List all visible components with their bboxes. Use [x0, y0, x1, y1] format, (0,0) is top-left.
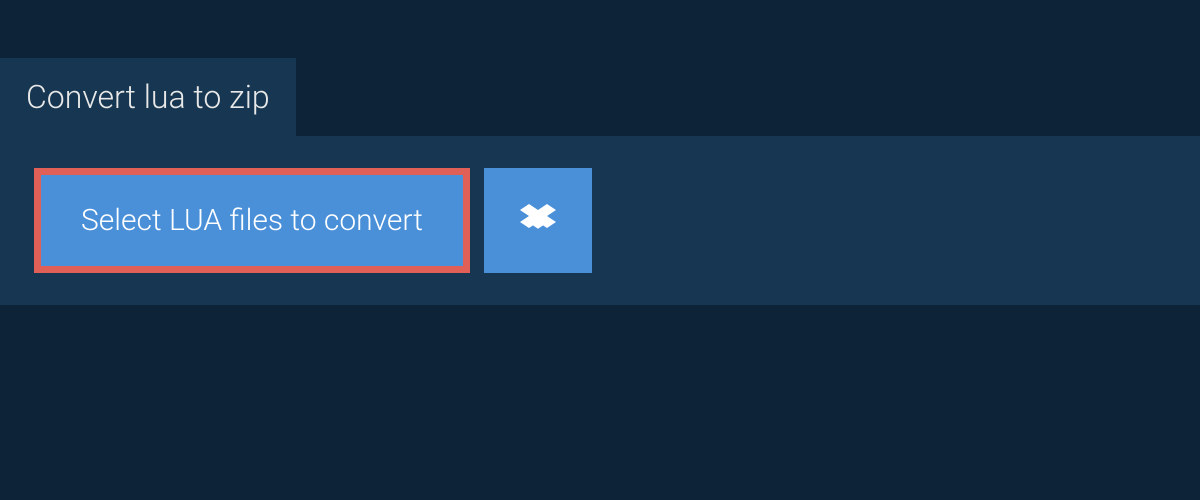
- tab-bar: Convert lua to zip: [0, 0, 1200, 136]
- button-row: Select LUA files to convert: [34, 168, 1166, 273]
- dropbox-icon: [520, 201, 556, 241]
- dropbox-button[interactable]: [484, 168, 592, 273]
- select-files-button[interactable]: Select LUA files to convert: [34, 168, 470, 273]
- select-files-label: Select LUA files to convert: [81, 203, 423, 238]
- tab-label: Convert lua to zip: [26, 78, 270, 116]
- tab-convert[interactable]: Convert lua to zip: [0, 58, 296, 136]
- converter-panel: Select LUA files to convert: [0, 136, 1200, 305]
